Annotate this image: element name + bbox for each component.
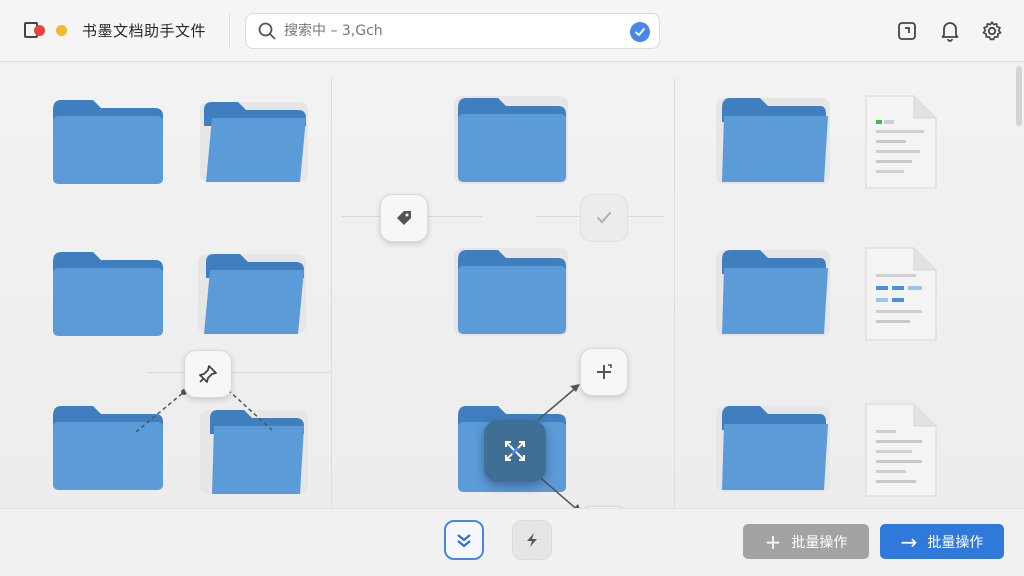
folder-item-open[interactable] <box>198 404 312 496</box>
connector-line <box>148 372 330 373</box>
file-manager-window: 书墨文档助手文件 搜索中 – 3,Gch + 批量操作 → 批量操作 <box>0 0 1024 576</box>
search-bar[interactable] <box>245 13 660 49</box>
cross-arrows-icon <box>505 441 525 461</box>
check-badge-icon[interactable] <box>630 22 650 42</box>
folder-item-open[interactable] <box>198 96 312 188</box>
folder-item[interactable] <box>51 248 165 340</box>
pin-button[interactable] <box>184 350 232 398</box>
window-icon[interactable] <box>895 19 919 43</box>
folder-item-open[interactable] <box>716 402 830 494</box>
tag-button[interactable] <box>380 194 428 242</box>
batch-action-primary-label: 批量操作 <box>927 534 984 551</box>
folder-item[interactable] <box>454 246 568 338</box>
settings-icon[interactable] <box>980 19 1004 43</box>
confirm-button[interactable] <box>580 194 628 242</box>
panel-divider <box>674 78 675 508</box>
collapse-button[interactable] <box>444 520 484 560</box>
document-file[interactable] <box>864 94 938 190</box>
document-file[interactable] <box>864 402 938 498</box>
close-dot[interactable] <box>34 25 45 36</box>
check-icon <box>596 211 612 224</box>
batch-action-secondary-label: 批量操作 <box>791 534 848 551</box>
folder-item-open[interactable] <box>196 248 310 340</box>
minimize-dot[interactable] <box>56 25 67 36</box>
pin-icon <box>199 365 217 383</box>
batch-action-secondary-button[interactable]: + 批量操作 <box>743 524 869 559</box>
folder-item[interactable] <box>51 402 165 494</box>
document-file[interactable] <box>864 246 938 342</box>
title-divider <box>229 14 230 48</box>
quick-action-button[interactable] <box>512 520 552 560</box>
title-bar: 书墨文档助手文件 <box>0 0 1024 62</box>
move-button[interactable] <box>580 348 628 396</box>
folder-item[interactable] <box>51 96 165 188</box>
search-icon <box>258 22 276 40</box>
folder-item-open[interactable] <box>716 94 830 186</box>
app-title: 书墨文档助手文件 <box>82 22 207 40</box>
move-icon <box>597 364 612 379</box>
batch-action-primary-button[interactable]: → 批量操作 <box>880 524 1004 559</box>
arrow-right-icon: → <box>900 529 918 554</box>
scrollbar-thumb[interactable] <box>1016 66 1022 126</box>
lightning-icon <box>527 533 537 547</box>
double-chevron-down-icon <box>457 534 471 548</box>
panel-divider <box>331 78 332 508</box>
folder-item[interactable] <box>454 94 568 186</box>
search-input[interactable] <box>284 20 614 42</box>
plus-icon: + <box>764 529 782 554</box>
tag-icon <box>397 211 411 225</box>
transfer-button[interactable] <box>484 420 546 482</box>
bell-icon[interactable] <box>938 19 962 43</box>
folder-item-open[interactable] <box>716 246 830 338</box>
